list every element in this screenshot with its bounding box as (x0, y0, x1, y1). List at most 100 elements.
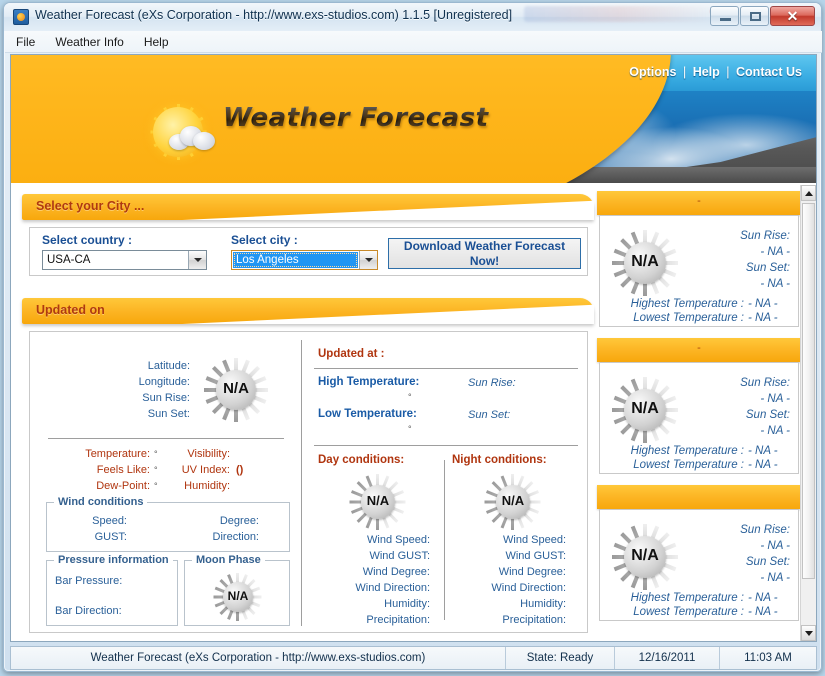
card-lowest-label: Lowest Temperature : (606, 312, 744, 324)
title-bar-reflection (524, 6, 714, 22)
forecast-card-title-2: - (597, 342, 801, 354)
low-temperature-degree: ° (408, 424, 412, 434)
pressure-information-group: Pressure information Bar Pressure: Bar D… (46, 560, 178, 626)
scrollbar-thumb[interactable] (802, 203, 815, 579)
card-highest-label: Highest Temperature : (606, 592, 744, 604)
minimize-icon (720, 18, 731, 21)
longitude-label: Longitude: (70, 376, 190, 388)
download-forecast-button[interactable]: Download Weather Forecast Now! (388, 238, 581, 269)
forecast-card-header-3 (597, 485, 801, 509)
card-sunrise-label: Sun Rise: (680, 377, 790, 389)
uv-index-label: UV Index: (158, 464, 230, 476)
status-time-label: 11:03 AM (720, 647, 816, 669)
day-wind-degree-label: Wind Degree: (306, 566, 430, 578)
cloud-icon (169, 125, 215, 151)
wind-degree-label: Degree: (157, 515, 259, 527)
forecast-divider-mid (314, 445, 578, 446)
card-lowest-value: - NA - (748, 312, 778, 324)
forecast-card-3[interactable]: N/A Sun Rise: - NA - Sun Set: - NA - Hig… (599, 509, 799, 621)
chevron-down-icon (359, 251, 377, 269)
chevron-down-icon (188, 251, 206, 269)
card-highest-label: Highest Temperature : (606, 298, 744, 310)
card-highest-label: Highest Temperature : (606, 445, 744, 457)
wind-conditions-group: Wind conditions Speed: GUST: Degree: Dir… (46, 502, 290, 552)
na-text: N/A (350, 493, 406, 508)
weather-logo-icon (149, 103, 215, 161)
humidity-label: Humidity: (158, 480, 230, 492)
moon-phase-na-icon: N/A (214, 573, 262, 621)
forecast-card-1[interactable]: N/A Sun Rise: - NA - Sun Set: - NA - Hig… (599, 215, 799, 327)
card-sunset-label: Sun Set: (680, 556, 790, 568)
temperature-label: Temperature: (50, 448, 150, 460)
title-bar: Weather Forecast (eXs Corporation - http… (4, 3, 821, 31)
updated-on-header-label: Updated on (36, 303, 105, 317)
wind-direction-label: Direction: (157, 531, 259, 543)
country-value: USA-CA (43, 254, 188, 266)
forecast-card-na-icon: N/A (612, 524, 678, 590)
card-sunset-value: - NA - (680, 278, 790, 290)
menu-item-help[interactable]: Help (135, 33, 178, 51)
card-highest-value: - NA - (748, 298, 778, 310)
column-divider (301, 340, 302, 626)
city-label: Select city : (231, 233, 298, 247)
wind-gust-label: GUST: (51, 531, 127, 543)
banner-link-sep-1: | (680, 65, 689, 79)
client-area: Weather Forecast Options | Help | Contac… (10, 54, 817, 642)
card-lowest-label: Lowest Temperature : (606, 606, 744, 618)
window-controls: ✕ (709, 6, 815, 27)
banner-link-contact-us[interactable]: Contact Us (736, 65, 802, 79)
current-conditions-na-icon: N/A (204, 358, 268, 422)
night-precipitation-label: Precipitation: (442, 614, 566, 626)
bar-direction-label: Bar Direction: (55, 605, 122, 617)
menu-item-file[interactable]: File (7, 33, 44, 51)
card-sunset-value: - NA - (680, 425, 790, 437)
uv-index-value: () (236, 464, 243, 476)
banner-link-sep-2: | (723, 65, 732, 79)
minimize-button[interactable] (710, 6, 739, 26)
night-wind-gust-label: Wind GUST: (442, 550, 566, 562)
pressure-information-legend: Pressure information (54, 554, 173, 566)
banner-logo-text: Weather Forecast (223, 103, 489, 133)
card-sunrise-label: Sun Rise: (680, 230, 790, 242)
scroll-down-button[interactable] (801, 625, 816, 641)
feels-like-label: Feels Like: (50, 464, 150, 476)
country-label: Select country : (42, 233, 132, 247)
day-humidity-label: Humidity: (306, 598, 430, 610)
city-dropdown[interactable]: Los Angeles (231, 250, 378, 270)
close-icon: ✕ (771, 7, 814, 25)
maximize-button[interactable] (740, 6, 769, 26)
maximize-icon (750, 12, 761, 21)
forecast-sunset-label: Sun Set: (468, 409, 510, 421)
card-sunset-value: - NA - (680, 572, 790, 584)
app-icon (13, 9, 29, 25)
bar-pressure-label: Bar Pressure: (55, 575, 122, 587)
night-wind-speed-label: Wind Speed: (442, 534, 566, 546)
forecast-card-header-2: - (597, 338, 801, 362)
card-sunset-label: Sun Set: (680, 262, 790, 274)
dew-point-label: Dew-Point: (50, 480, 150, 492)
banner-link-help[interactable]: Help (693, 65, 720, 79)
menu-item-weather-info[interactable]: Weather Info (46, 33, 132, 51)
sidebar-scrollbar[interactable] (800, 185, 816, 641)
scroll-up-button[interactable] (801, 185, 816, 201)
moon-phase-group: Moon Phase N/A (184, 560, 290, 626)
select-city-header: Select your City ... (22, 194, 594, 220)
close-button[interactable]: ✕ (770, 6, 815, 26)
select-city-header-label: Select your City ... (36, 199, 144, 213)
wind-speed-label: Speed: (51, 515, 127, 527)
card-highest-value: - NA - (748, 592, 778, 604)
day-wind-gust-label: Wind GUST: (306, 550, 430, 562)
banner-link-options[interactable]: Options (629, 65, 676, 79)
country-dropdown[interactable]: USA-CA (42, 250, 207, 270)
card-lowest-value: - NA - (748, 459, 778, 471)
header-banner: Weather Forecast Options | Help | Contac… (11, 55, 816, 183)
card-sunrise-value: - NA - (680, 246, 790, 258)
forecast-card-na-icon: N/A (612, 230, 678, 296)
day-wind-direction-label: Wind Direction: (306, 582, 430, 594)
sunrise-label: Sun Rise: (70, 392, 190, 404)
forecast-card-header-1: - (597, 191, 801, 215)
card-sunrise-value: - NA - (680, 393, 790, 405)
forecast-card-2[interactable]: N/A Sun Rise: - NA - Sun Set: - NA - Hig… (599, 362, 799, 474)
moon-phase-legend: Moon Phase (192, 554, 265, 566)
night-humidity-label: Humidity: (442, 598, 566, 610)
